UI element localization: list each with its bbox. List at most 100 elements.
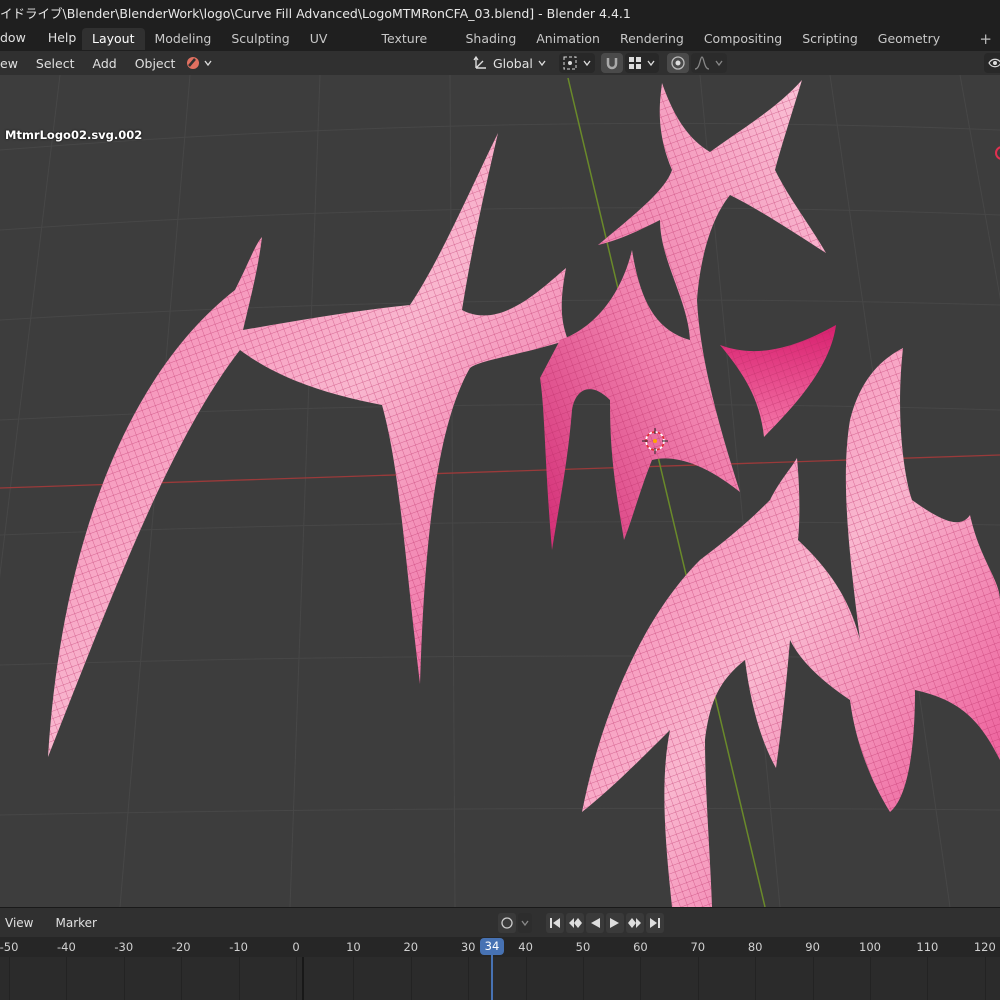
3d-viewport[interactable]: MtmrLogo02.svg.002 (0, 75, 1000, 907)
frame-grid-line (296, 957, 297, 1000)
viewport-scene (0, 75, 1000, 907)
timeline-header: View Marker (0, 907, 1000, 938)
tab-animation[interactable]: Animation (526, 28, 610, 50)
frame-tick-label: 10 (346, 940, 361, 954)
current-frame-indicator[interactable]: 34 (480, 938, 504, 955)
frame-tick-label: -50 (0, 940, 19, 954)
chevron-down-icon (647, 60, 655, 67)
frame-tick-label: 110 (916, 940, 939, 954)
timeline-menu-marker[interactable]: Marker (39, 916, 102, 930)
frame-grid-line (812, 957, 814, 1000)
record-icon (501, 917, 513, 929)
frame-grid-line (66, 957, 68, 1000)
tab-layout[interactable]: Layout (82, 28, 145, 50)
frame-tick-label: -40 (56, 940, 76, 954)
tab-uv-editing[interactable]: UV Editing (300, 28, 372, 68)
pivot-point-icon (563, 56, 577, 70)
frame-tick-label: 100 (859, 940, 881, 954)
menu-view[interactable]: ew (0, 56, 27, 71)
viewport-overlay-button[interactable] (984, 53, 1000, 73)
frame-grid-line (123, 957, 125, 1000)
playback-controls (498, 913, 664, 933)
next-keyframe-icon (628, 918, 641, 928)
snap-grid-icon (628, 57, 641, 69)
interaction-mode-dropdown[interactable] (186, 56, 213, 70)
proportional-edit-toggle[interactable] (666, 53, 689, 73)
transform-orientation-dropdown[interactable]: Global (467, 53, 553, 73)
title-bar: イドライブ\Blender\BlenderWork\logo\Curve Fil… (0, 0, 1000, 24)
snap-target-dropdown[interactable] (624, 53, 659, 73)
chevron-down-icon (521, 920, 529, 927)
chevron-down-icon (538, 60, 546, 67)
chevron-down-icon (204, 60, 212, 67)
menu-object[interactable]: Object (126, 56, 185, 71)
menu-select[interactable]: Select (27, 56, 84, 71)
play-reverse-icon (591, 918, 600, 928)
play-reverse-button[interactable] (586, 913, 604, 933)
playhead[interactable] (491, 955, 493, 1000)
auto-keying-toggle[interactable] (498, 913, 516, 933)
frame-range-start-line (301, 957, 304, 1000)
jump-to-start-icon (550, 918, 560, 928)
frame-grid-line (181, 957, 183, 1000)
timeline-tracks[interactable] (0, 957, 1000, 1000)
tab-compositing[interactable]: Compositing (694, 28, 792, 50)
prev-keyframe-button[interactable] (566, 913, 584, 933)
next-keyframe-button[interactable] (626, 913, 644, 933)
snap-toggle[interactable] (600, 53, 623, 73)
play-icon (610, 918, 619, 928)
frame-ruler[interactable]: 120 110 100 90 80 70 60 50 40 30 20 10 0 -10 -20 -30 -40… (0, 937, 1000, 957)
prev-keyframe-icon (569, 918, 582, 928)
frame-grid-line (525, 957, 527, 1000)
keying-dropdown[interactable] (518, 913, 532, 933)
falloff-dropdown[interactable] (690, 53, 727, 73)
frame-tick-label: 50 (575, 940, 591, 954)
window-title: イドライブ\Blender\BlenderWork\logo\Curve Fil… (0, 5, 631, 21)
frame-tick-label: -10 (229, 940, 248, 954)
origin-dot (653, 439, 657, 443)
frame-tick-label: 70 (690, 940, 706, 954)
jump-end-button[interactable] (646, 913, 664, 933)
frame-grid-line (697, 957, 699, 1000)
chevron-down-icon (715, 60, 723, 67)
frame-grid-line (640, 957, 642, 1000)
frame-tick-label: 40 (518, 940, 533, 954)
logo-mesh-blade-left (48, 133, 568, 757)
gizmo-edge-icon (995, 146, 1000, 160)
frame-tick-label: 60 (633, 940, 648, 954)
workspace-tabs: Layout Modeling Sculpting UV Editing Tex… (82, 27, 1000, 68)
timeline-menu-view[interactable]: View (0, 916, 39, 930)
tab-rendering[interactable]: Rendering (610, 28, 694, 50)
frame-tick-label: 120 (973, 940, 996, 954)
frame-tick-label: -30 (114, 940, 134, 954)
logo-mesh-fragment (720, 325, 836, 437)
frame-grid-line (238, 957, 240, 1000)
jump-start-button[interactable] (546, 913, 564, 933)
frame-grid-line (353, 957, 355, 1000)
frame-tick-label: -20 (171, 940, 191, 954)
orientation-label: Global (493, 55, 533, 71)
menu-help[interactable]: Help (34, 30, 85, 45)
chevron-down-icon (583, 60, 591, 67)
eye-icon (988, 58, 1000, 68)
play-button[interactable] (606, 913, 624, 933)
add-workspace-icon[interactable]: + (971, 30, 1000, 48)
tab-texture-paint[interactable]: Texture Paint (371, 28, 455, 68)
header-center-tools: Global (467, 53, 727, 73)
jump-to-end-icon (650, 918, 660, 928)
frame-grid-line (984, 957, 986, 1000)
menu-add[interactable]: Add (83, 56, 125, 71)
tab-scripting[interactable]: Scripting (792, 28, 868, 50)
frame-grid-line (583, 957, 584, 1000)
tab-geometry-nodes[interactable]: Geometry Nodes (868, 28, 972, 68)
active-object-name: MtmrLogo02.svg.002 (5, 128, 143, 142)
pivot-point-dropdown[interactable] (558, 53, 595, 73)
frame-tick-label: 0 (292, 940, 300, 954)
object-mode-icon (187, 57, 200, 69)
menu-window[interactable]: dow (0, 30, 34, 45)
tab-sculpting[interactable]: Sculpting (221, 28, 299, 50)
tab-shading[interactable]: Shading (455, 28, 526, 50)
frame-grid-line (927, 957, 929, 1000)
tab-modeling[interactable]: Modeling (145, 28, 222, 50)
frame-grid-line (755, 957, 757, 1000)
